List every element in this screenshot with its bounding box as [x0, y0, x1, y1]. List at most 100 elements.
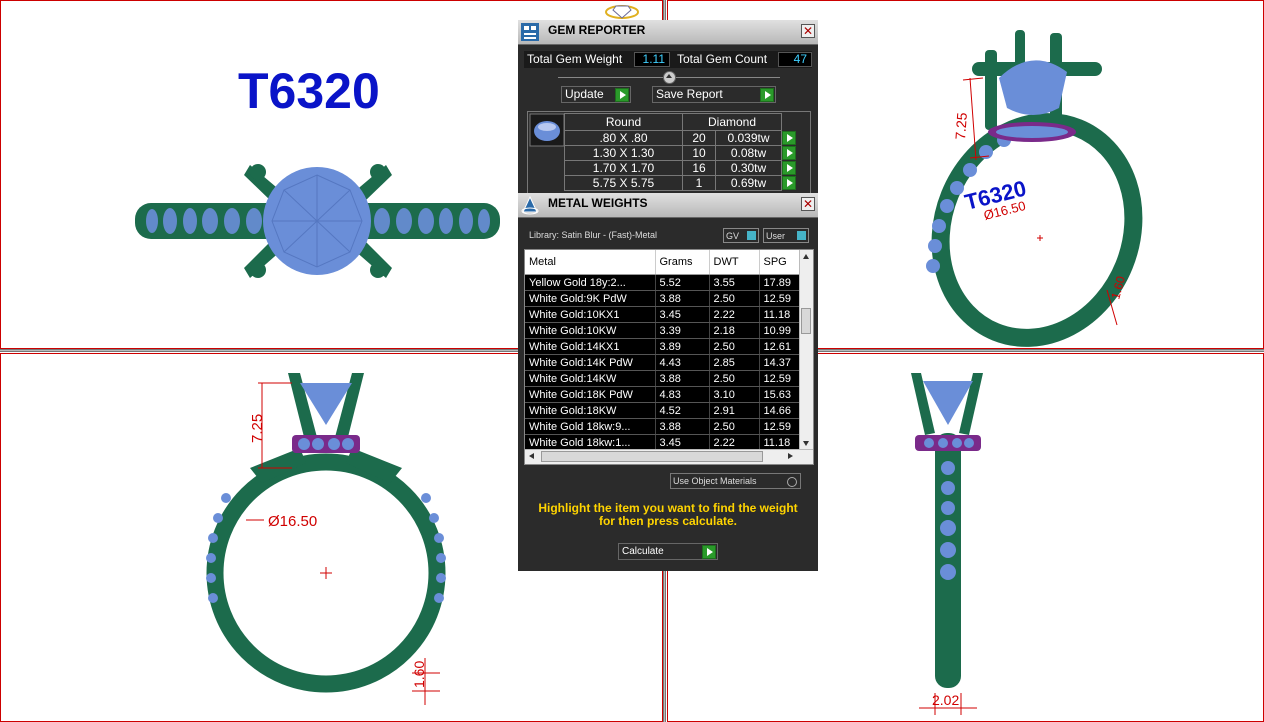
gem-row-action[interactable]	[782, 175, 799, 191]
metal-name: White Gold:10KX1	[525, 306, 656, 323]
spg-value: 12.61	[759, 338, 800, 355]
metal-name: White Gold:14KX1	[525, 338, 656, 355]
dwt-value: 2.50	[709, 418, 760, 435]
grams-value: 5.52	[655, 274, 710, 291]
metal-row[interactable]: White Gold:10KW 3.39 2.18 10.99	[525, 322, 800, 339]
scroll-up-icon[interactable]	[803, 254, 809, 259]
gem-count: 16	[682, 160, 716, 176]
dwt-value: 3.10	[709, 386, 760, 403]
metal-row[interactable]: White Gold:18KW 4.52 2.91 14.66	[525, 402, 800, 419]
spg-value: 12.59	[759, 418, 800, 435]
gem-row[interactable]: 1.30 X 1.30 10 0.08tw	[564, 145, 799, 161]
scroll-right-icon[interactable]	[788, 453, 793, 459]
gem-weight: 0.30tw	[715, 160, 782, 176]
round-gem-thumbnail-icon[interactable]	[529, 113, 565, 147]
metal-row[interactable]: White Gold:9K PdW 3.88 2.50 12.59	[525, 290, 800, 307]
front-dim-height: 7.25	[249, 414, 266, 443]
spg-value: 17.89	[759, 274, 800, 291]
library-label: Library: Satin Blur - (Fast)-Metal	[529, 230, 658, 240]
gem-row[interactable]: 5.75 X 5.75 1 0.69tw	[564, 175, 799, 191]
gem-reporter-app-icon	[521, 23, 539, 41]
collapse-toggle-button[interactable]	[663, 71, 676, 84]
scroll-down-icon[interactable]	[803, 441, 809, 446]
gv-toggle-label: GV	[726, 231, 740, 241]
metal-weights-close-button[interactable]: ✕	[801, 197, 815, 211]
total-gem-count-field: 47	[778, 52, 812, 67]
dwt-value: 2.91	[709, 402, 760, 419]
instruction-text-line-2: for then press calculate.	[598, 514, 738, 528]
side-dim-width: 2.02	[932, 692, 959, 708]
gem-logo-icon	[605, 5, 639, 19]
play-icon	[782, 145, 796, 160]
gem-reporter-panel: GEM REPORTER ✕ Total Gem Weight 1.11 Tot…	[518, 20, 818, 195]
update-button-label: Update	[565, 87, 604, 101]
save-report-button[interactable]: Save Report	[652, 86, 776, 103]
metal-row[interactable]: White Gold:14KX1 3.89 2.50 12.61	[525, 338, 800, 355]
gem-row-action[interactable]	[782, 160, 799, 176]
dwt-value: 3.55	[709, 274, 760, 291]
gem-header-spacer	[781, 113, 799, 131]
gv-toggle[interactable]: GV	[723, 228, 759, 243]
metal-weights-app-icon	[521, 195, 539, 215]
grams-column-header[interactable]: Grams	[655, 250, 710, 275]
user-toggle-label: User	[766, 231, 786, 241]
grams-value: 3.88	[655, 418, 710, 435]
gem-reporter-titlebar[interactable]: GEM REPORTER ✕	[518, 20, 818, 45]
metal-name: White Gold:14K PdW	[525, 354, 656, 371]
spg-value: 11.18	[759, 306, 800, 323]
metal-row[interactable]: White Gold:10KX1 3.45 2.22 11.18	[525, 306, 800, 323]
gem-size: 1.30 X 1.30	[564, 145, 683, 161]
gem-row[interactable]: .80 X .80 20 0.039tw	[564, 130, 799, 146]
gem-count: 1	[682, 175, 716, 191]
dwt-column-header[interactable]: DWT	[709, 250, 760, 275]
gem-row-action[interactable]	[782, 130, 799, 146]
gem-row[interactable]: 1.70 X 1.70 16 0.30tw	[564, 160, 799, 176]
gem-table: Round Diamond .80 X .80 20 0.039tw 1.30 …	[564, 113, 799, 191]
calculate-button[interactable]: Calculate	[618, 543, 718, 560]
gem-count: 10	[682, 145, 716, 161]
spg-value: 10.99	[759, 322, 800, 339]
metal-name: White Gold:18KW	[525, 402, 656, 419]
metal-row[interactable]: White Gold:14K PdW 4.43 2.85 14.37	[525, 354, 800, 371]
vertical-scrollbar[interactable]	[799, 250, 813, 450]
gem-size: 1.70 X 1.70	[564, 160, 683, 176]
grams-value: 3.88	[655, 370, 710, 387]
user-toggle[interactable]: User	[763, 228, 809, 243]
metal-list[interactable]: Metal Grams DWT SPG Yellow Gold 18y:2...…	[524, 249, 814, 465]
total-gem-weight-label: Total Gem Weight	[527, 52, 623, 66]
dwt-value: 2.50	[709, 290, 760, 307]
horizontal-scrollbar[interactable]	[525, 449, 813, 464]
grams-value: 3.88	[655, 290, 710, 307]
chevron-up-icon	[666, 74, 672, 78]
scroll-left-icon[interactable]	[529, 453, 534, 459]
metal-weights-titlebar[interactable]: METAL WEIGHTS ✕	[518, 193, 818, 218]
horizontal-scroll-thumb[interactable]	[541, 451, 763, 462]
dwt-value: 2.85	[709, 354, 760, 371]
play-icon	[760, 88, 774, 102]
metal-row[interactable]: White Gold:18K PdW 4.83 3.10 15.63	[525, 386, 800, 403]
grams-value: 4.43	[655, 354, 710, 371]
metal-name: White Gold:9K PdW	[525, 290, 656, 307]
metal-column-header[interactable]: Metal	[525, 250, 656, 275]
metal-row[interactable]: White Gold:14KW 3.88 2.50 12.59	[525, 370, 800, 387]
metal-row[interactable]: White Gold 18kw:9... 3.88 2.50 12.59	[525, 418, 800, 435]
front-dim-shank: 1.60	[411, 661, 427, 688]
metal-row[interactable]: Yellow Gold 18y:2... 5.52 3.55 17.89	[525, 274, 800, 291]
gem-row-action[interactable]	[782, 145, 799, 161]
front-dim-diameter: Ø16.50	[268, 513, 317, 530]
update-button[interactable]: Update	[561, 86, 631, 103]
spg-column-header[interactable]: SPG	[759, 250, 800, 275]
gem-weight: 0.69tw	[715, 175, 782, 191]
use-object-materials-toggle[interactable]: Use Object Materials	[670, 473, 801, 489]
vertical-scroll-thumb[interactable]	[801, 308, 811, 334]
grams-value: 3.89	[655, 338, 710, 355]
dwt-value: 2.18	[709, 322, 760, 339]
gem-size: 5.75 X 5.75	[564, 175, 683, 191]
spg-value: 14.37	[759, 354, 800, 371]
metal-name: White Gold 18kw:9...	[525, 418, 656, 435]
total-gem-weight-field: 1.11	[634, 52, 670, 67]
user-toggle-indicator	[797, 231, 806, 240]
gem-weight: 0.039tw	[715, 130, 782, 146]
gem-reporter-close-button[interactable]: ✕	[801, 24, 815, 38]
save-report-button-label: Save Report	[656, 87, 723, 101]
